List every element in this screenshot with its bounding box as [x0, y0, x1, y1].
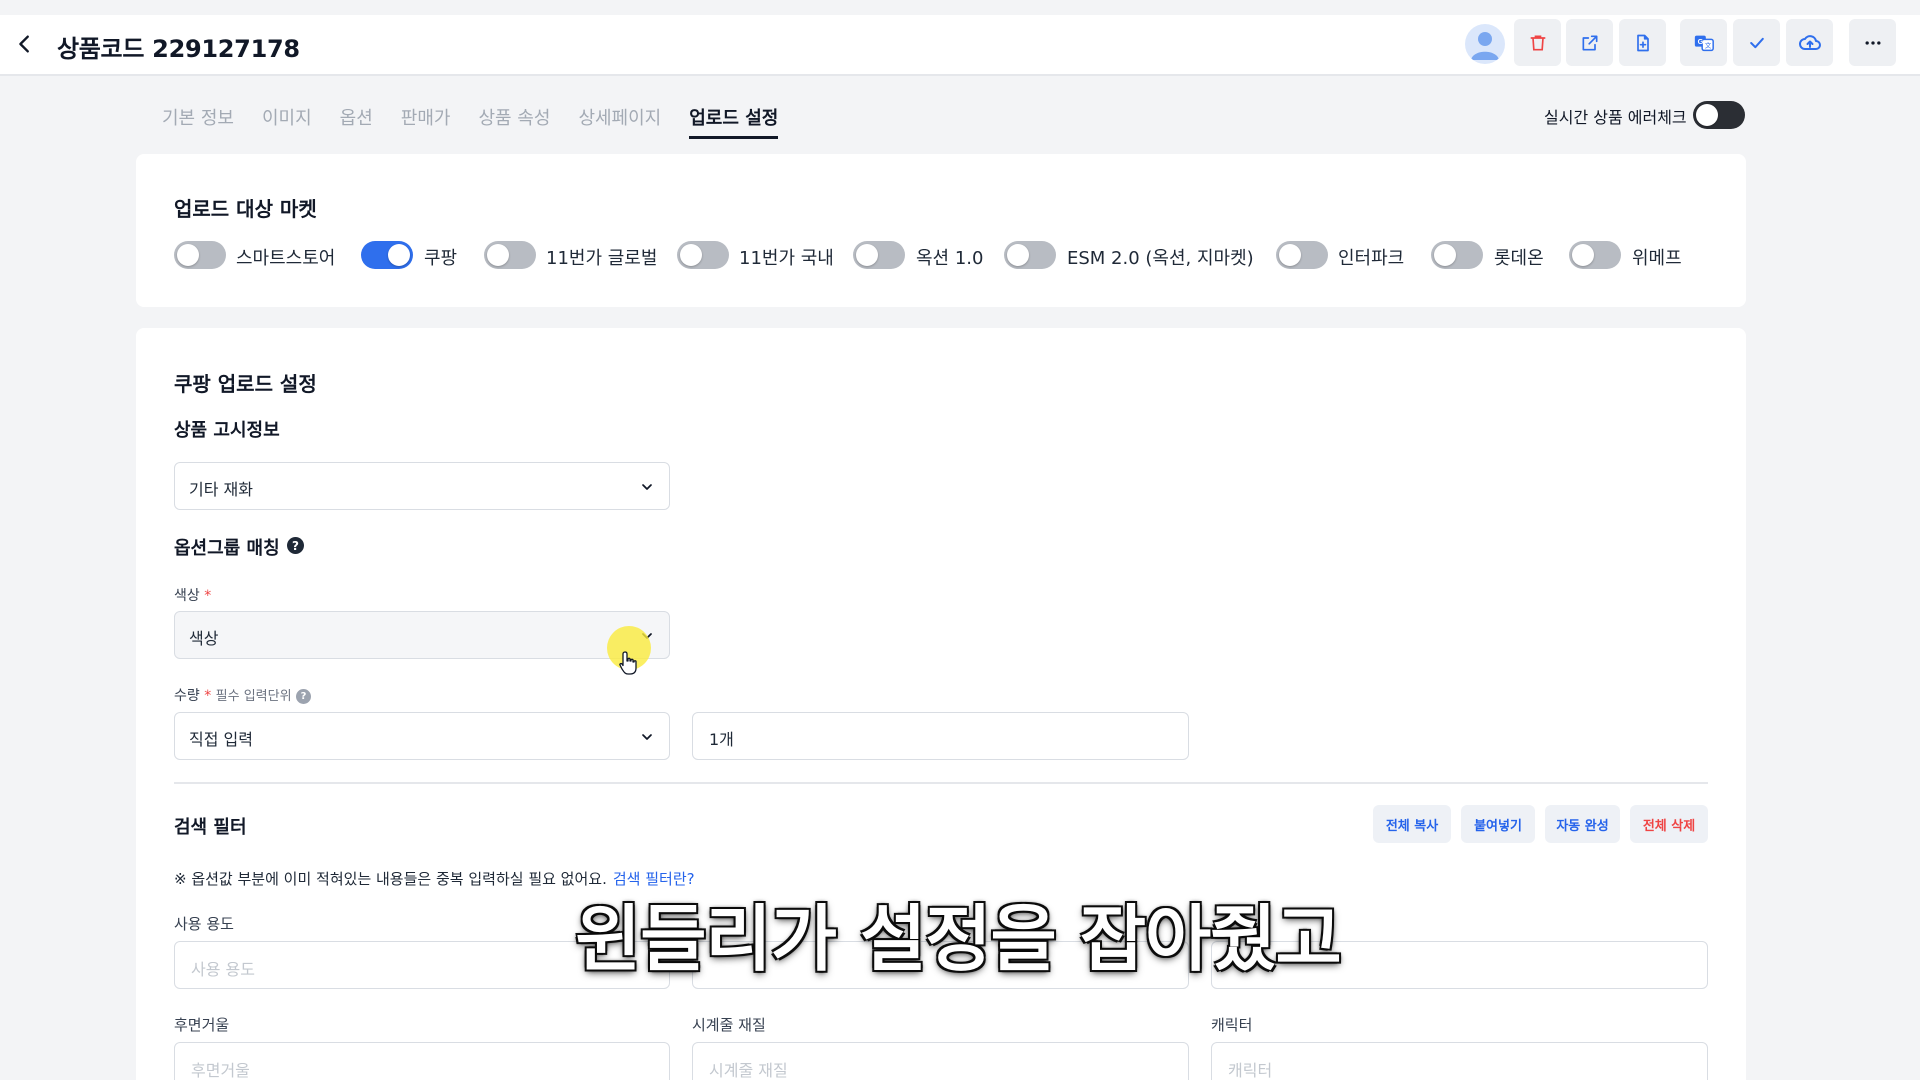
- tab-upload-settings[interactable]: 업로드 설정: [689, 104, 779, 139]
- option-group-title: 옵션그룹 매칭: [174, 538, 280, 559]
- paste-button[interactable]: 붙여넣기: [1461, 805, 1535, 843]
- hand-cursor-icon: [619, 651, 637, 675]
- delete-all-button[interactable]: 전체 삭제: [1630, 805, 1708, 843]
- trash-icon: [1530, 35, 1545, 50]
- tab-price[interactable]: 판매가: [401, 104, 451, 139]
- rear-mirror-placeholder: 후면거울: [191, 1061, 250, 1080]
- character-input[interactable]: 캐릭터: [1211, 1042, 1708, 1080]
- realtime-check-label: 실시간 상품 에러체크: [1544, 108, 1687, 127]
- market-label-coupang: 쿠팡: [424, 248, 458, 269]
- help-icon: ?: [296, 688, 312, 704]
- field-label-character: 캐릭터: [1211, 1016, 1253, 1034]
- market-label-11st-global: 11번가 글로벌: [546, 248, 658, 269]
- realtime-check-toggle[interactable]: [1693, 101, 1745, 129]
- page-title: 상품코드 229127178: [57, 35, 300, 63]
- rear-mirror-input[interactable]: 후면거울: [174, 1042, 670, 1080]
- strap-material-placeholder: 시계줄 재질: [709, 1061, 788, 1080]
- toggle-wemakeprice[interactable]: [1569, 241, 1621, 269]
- field-label-usage: 사용 용도: [174, 915, 234, 933]
- market-card: [136, 154, 1746, 307]
- toggle-lotteon[interactable]: [1431, 241, 1483, 269]
- color-select-value: 색상: [189, 629, 219, 648]
- video-caption: 윈들리가 설정을 잡아줬고: [575, 897, 1342, 981]
- character-placeholder: 캐릭터: [1228, 1061, 1273, 1080]
- more-button[interactable]: [1849, 19, 1896, 66]
- market-label-11st-domestic: 11번가 국내: [739, 248, 834, 269]
- market-label-auction: 옥션 1.0: [916, 248, 984, 269]
- translate-button[interactable]: G文: [1680, 19, 1727, 66]
- toggle-knob: [1434, 244, 1456, 266]
- market-label-smartstore: 스마트스토어: [236, 248, 336, 269]
- more-horizontal-icon: [1865, 40, 1880, 45]
- market-section-title: 업로드 대상 마켓: [174, 197, 317, 221]
- chevron-down-icon: [642, 484, 652, 490]
- strap-material-input[interactable]: 시계줄 재질: [692, 1042, 1189, 1080]
- usage-placeholder: 사용 용도: [191, 960, 255, 979]
- cloud-upload-icon: [1798, 34, 1821, 50]
- chevron-down-icon: [642, 734, 652, 740]
- market-label-interpark: 인터파크: [1338, 248, 1405, 269]
- quantity-unit-select[interactable]: 직접 입력: [174, 712, 670, 760]
- toggle-knob: [1696, 104, 1718, 126]
- check-button[interactable]: [1733, 19, 1780, 66]
- new-document-button[interactable]: [1619, 19, 1666, 66]
- tab-options[interactable]: 옵션: [340, 104, 373, 139]
- external-link-icon: [1582, 35, 1597, 51]
- toggle-knob: [856, 244, 878, 266]
- toggle-interpark[interactable]: [1276, 241, 1328, 269]
- translate-icon: G文: [1694, 35, 1714, 51]
- toggle-11st-domestic[interactable]: [677, 241, 729, 269]
- toggle-knob: [1572, 244, 1594, 266]
- market-label-lotteon: 롯데온: [1494, 248, 1544, 269]
- toggle-auction[interactable]: [853, 241, 905, 269]
- file-plus-icon: [1636, 34, 1649, 51]
- toggle-knob: [487, 244, 509, 266]
- section-divider: [174, 782, 1708, 784]
- avatar[interactable]: [1465, 24, 1505, 64]
- chevron-left-icon: [19, 35, 29, 53]
- field-label-rear-mirror: 후면거울: [174, 1016, 230, 1034]
- toggle-knob: [1279, 244, 1301, 266]
- quantity-input[interactable]: 1개: [692, 712, 1189, 760]
- toggle-knob: [1007, 244, 1029, 266]
- toggle-11st-global[interactable]: [484, 241, 536, 269]
- color-select[interactable]: 색상: [174, 611, 670, 659]
- tab-basic-info[interactable]: 기본 정보: [162, 104, 234, 139]
- delete-button[interactable]: [1514, 19, 1561, 66]
- toggle-esm[interactable]: [1004, 241, 1056, 269]
- help-icon[interactable]: ?: [287, 537, 304, 554]
- toggle-knob: [388, 244, 410, 266]
- coupang-section-title: 쿠팡 업로드 설정: [174, 372, 317, 396]
- svg-text:G: G: [1697, 36, 1703, 45]
- toggle-coupang[interactable]: [361, 241, 413, 269]
- toggle-knob: [177, 244, 199, 266]
- autocomplete-button[interactable]: 자동 완성: [1545, 805, 1620, 843]
- notice-info-title: 상품 고시정보: [174, 420, 280, 441]
- upload-button[interactable]: [1786, 19, 1833, 66]
- check-icon: [1749, 37, 1764, 48]
- toggle-smartstore[interactable]: [174, 241, 226, 269]
- notice-info-select[interactable]: 기타 재화: [174, 462, 670, 510]
- market-label-esm: ESM 2.0 (옥션, 지마켓): [1067, 248, 1254, 269]
- user-icon: [1471, 32, 1499, 60]
- open-external-button[interactable]: [1566, 19, 1613, 66]
- svg-text:文: 文: [1704, 40, 1711, 49]
- market-label-wemakeprice: 위메프: [1632, 248, 1682, 269]
- field-label-strap-material: 시계줄 재질: [692, 1016, 766, 1034]
- quantity-input-value: 1개: [709, 730, 734, 749]
- tab-detail-page[interactable]: 상세페이지: [578, 104, 661, 139]
- color-field-label: 색상 *: [174, 588, 212, 604]
- notice-info-value: 기타 재화: [189, 480, 253, 499]
- tab-bar: 기본 정보 이미지 옵션 판매가 상품 속성 상세페이지 업로드 설정: [162, 104, 779, 139]
- quantity-unit-value: 직접 입력: [189, 730, 253, 749]
- search-filter-title: 검색 필터: [174, 817, 247, 838]
- tab-images[interactable]: 이미지: [262, 104, 312, 139]
- tab-attributes[interactable]: 상품 속성: [478, 104, 550, 139]
- back-button[interactable]: [8, 27, 42, 61]
- toggle-knob: [680, 244, 702, 266]
- quantity-field-label: 수량 * 필수 입력단위 ?: [174, 685, 312, 705]
- top-header: 상품코드 229127178 G文: [0, 15, 1920, 76]
- copy-all-button[interactable]: 전체 복사: [1373, 805, 1451, 843]
